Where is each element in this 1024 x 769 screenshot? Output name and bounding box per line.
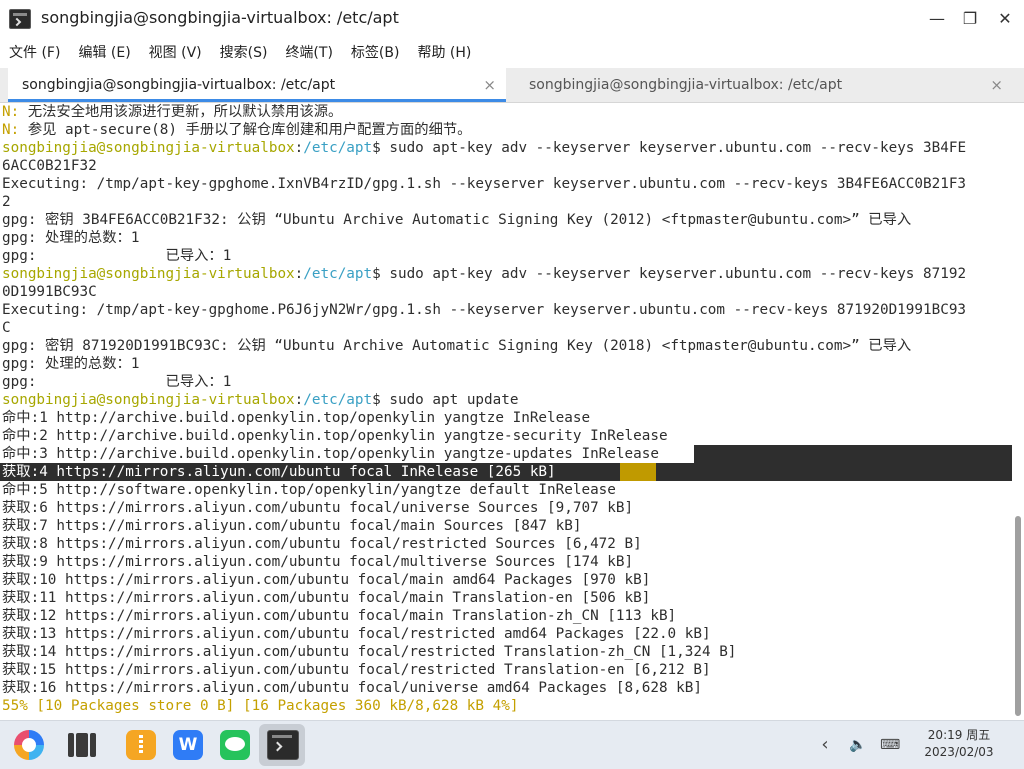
apt-line: 获取:6 https://mirrors.aliyun.com/ubuntu f… (2, 500, 634, 516)
terminal-cursor (619, 463, 656, 481)
prompt-suffix: $ (372, 392, 390, 408)
terminal-taskbar-button[interactable] (259, 724, 305, 766)
apt-line: 获取:15 https://mirrors.aliyun.com/ubuntu … (2, 662, 711, 678)
note-prefix: N: (2, 122, 20, 138)
terminal-output[interactable]: N: 无法安全地用该源进行更新，所以默认禁用该源。 N: 参见 apt-secu… (0, 103, 1012, 718)
apt-line: 命中:3 http://archive.build.openkylin.top/… (0, 445, 1012, 463)
menu-tabs[interactable]: 标签(B) (342, 38, 409, 68)
multitask-bar (76, 733, 88, 757)
apt-line: 获取:11 https://mirrors.aliyun.com/ubuntu … (2, 590, 651, 606)
command-text: sudo apt-key adv --keyserver keyserver.u… (389, 140, 967, 156)
apt-line-text: 获取:4 https://mirrors.aliyun.com/ubuntu f… (2, 464, 556, 480)
terminal-line: gpg: 处理的总数：1 (2, 356, 140, 372)
apt-line: 获取:10 https://mirrors.aliyun.com/ubuntu … (2, 572, 651, 588)
prompt-suffix: $ (372, 140, 390, 156)
apt-line: 获取:9 https://mirrors.aliyun.com/ubuntu f… (2, 554, 634, 570)
prompt-path: /etc/apt (303, 140, 373, 156)
apt-line: 命中:2 http://archive.build.openkylin.top/… (2, 428, 668, 444)
prompt-sep: : (294, 140, 304, 156)
terminal-taskbar-icon (267, 730, 299, 760)
terminal-line: 0D1991BC93C (2, 284, 97, 300)
prompt-user: songbingjia@songbingjia-virtualbox (2, 266, 295, 282)
prompt-line: songbingjia@songbingjia-virtualbox:/etc/… (0, 391, 1012, 409)
prompt-path: /etc/apt (303, 266, 373, 282)
command-text: sudo apt-key adv --keyserver keyserver.u… (389, 266, 967, 282)
terminal-line: gpg: 已导入：1 (2, 374, 232, 390)
apt-line-selected: 获取:4 https://mirrors.aliyun.com/ubuntu f… (0, 463, 1012, 481)
progress-line: 55% [10 Packages store 0 B] [16 Packages… (2, 698, 519, 714)
tab-label: songbingjia@songbingjia-virtualbox: /etc… (22, 77, 336, 93)
multitask-bar (68, 733, 74, 757)
terminal-line: N: 参见 apt-secure(8) 手册以了解仓库创建和用户配置方面的细节。 (0, 121, 1012, 139)
minimize-icon[interactable]: — (926, 8, 948, 30)
menu-bar: 文件 (F) 编辑 (E) 视图 (V) 搜索(S) 终端(T) 标签(B) 帮… (0, 38, 1024, 68)
keyboard-icon[interactable]: ⌨ (880, 735, 900, 755)
clock-time: 20:19 周五 (927, 728, 991, 742)
terminal-line: 6ACC0B21F32 (2, 158, 97, 174)
title-bar[interactable]: songbingjia@songbingjia-virtualbox: /etc… (0, 0, 1024, 38)
tab-terminal-1[interactable]: songbingjia@songbingjia-virtualbox: /etc… (8, 68, 506, 102)
prompt-line: songbingjia@songbingjia-virtualbox:/etc/… (0, 139, 1012, 157)
clock[interactable]: 20:19 周五 2023/02/03 (922, 727, 996, 761)
apt-line: 获取:14 https://mirrors.aliyun.com/ubuntu … (2, 644, 737, 660)
volume-icon[interactable]: 🔈 (848, 735, 868, 755)
tab-close-icon[interactable]: × (990, 68, 1003, 102)
prompt-suffix: $ (372, 266, 390, 282)
terminal-app-icon (9, 9, 31, 29)
terminal-line: gpg: 已导入：1 (2, 248, 232, 264)
terminal-line: 2 (2, 194, 11, 210)
window-title: songbingjia@songbingjia-virtualbox: /etc… (41, 8, 399, 27)
prompt-sep: : (294, 392, 304, 408)
terminal-line: C (2, 320, 11, 336)
prompt-user: songbingjia@songbingjia-virtualbox (2, 392, 295, 408)
terminal-line: N: 无法安全地用该源进行更新，所以默认禁用该源。 (0, 103, 1012, 121)
prompt-path: /etc/apt (303, 392, 373, 408)
file-manager-icon[interactable] (126, 730, 156, 760)
prompt-sep: : (294, 266, 304, 282)
close-icon[interactable]: ✕ (994, 8, 1016, 30)
terminal-scrollbar[interactable] (1012, 103, 1024, 718)
taskbar: W ‹ 🔈 ⌨ 20:19 周五 2023/02/03 (0, 720, 1024, 769)
terminal-line: gpg: 密钥 871920D1991BC93C: 公钥 “Ubuntu Arc… (2, 338, 912, 354)
start-menu-icon[interactable] (14, 730, 44, 760)
menu-edit[interactable]: 编辑 (E) (69, 38, 139, 68)
terminal-line: gpg: 处理的总数：1 (2, 230, 140, 246)
note-text: 无法安全地用该源进行更新，所以默认禁用该源。 (19, 104, 343, 120)
note-text: 参见 apt-secure(8) 手册以了解仓库创建和用户配置方面的细节。 (19, 122, 472, 138)
menu-view[interactable]: 视图 (V) (140, 38, 211, 68)
apt-line: 获取:7 https://mirrors.aliyun.com/ubuntu f… (2, 518, 582, 534)
terminal-line: gpg: 密钥 3B4FE6ACC0B21F32: 公钥 “Ubuntu Arc… (2, 212, 912, 228)
scrollbar-thumb[interactable] (1015, 516, 1021, 716)
terminal-line: Executing: /tmp/apt-key-gpghome.P6J6jyN2… (2, 302, 967, 318)
tab-terminal-2[interactable]: songbingjia@songbingjia-virtualbox: /etc… (515, 68, 1013, 102)
tab-bar: songbingjia@songbingjia-virtualbox: /etc… (0, 68, 1024, 103)
menu-help[interactable]: 帮助 (H) (408, 38, 480, 68)
clock-date: 2023/02/03 (924, 745, 994, 759)
command-text: sudo apt update (389, 392, 519, 408)
tab-label: songbingjia@songbingjia-virtualbox: /etc… (529, 77, 843, 93)
apt-line: 获取:16 https://mirrors.aliyun.com/ubuntu … (2, 680, 702, 696)
tab-close-icon[interactable]: × (483, 68, 496, 102)
menu-search[interactable]: 搜索(S) (211, 38, 277, 68)
apt-line: 获取:8 https://mirrors.aliyun.com/ubuntu f… (2, 536, 642, 552)
apt-line: 获取:13 https://mirrors.aliyun.com/ubuntu … (2, 626, 711, 642)
terminal-window: songbingjia@songbingjia-virtualbox: /etc… (0, 0, 1024, 720)
prompt-line: songbingjia@songbingjia-virtualbox:/etc/… (0, 265, 1012, 283)
prompt-user: songbingjia@songbingjia-virtualbox (2, 140, 295, 156)
apt-line: 获取:12 https://mirrors.aliyun.com/ubuntu … (2, 608, 677, 624)
multitask-bar (90, 733, 96, 757)
apt-line: 命中:1 http://archive.build.openkylin.top/… (2, 410, 591, 426)
note-prefix: N: (2, 104, 20, 120)
wechat-icon[interactable] (220, 730, 250, 760)
maximize-icon[interactable]: ❐ (959, 8, 981, 30)
terminal-line: Executing: /tmp/apt-key-gpghome.IxnVB4rz… (2, 176, 967, 192)
apt-line: 命中:5 http://software.openkylin.top/openk… (2, 482, 616, 498)
wps-office-icon[interactable]: W (173, 730, 203, 760)
multitask-view-icon[interactable] (66, 730, 96, 760)
menu-file[interactable]: 文件 (F) (0, 38, 69, 68)
menu-terminal[interactable]: 终端(T) (276, 38, 341, 68)
chevron-left-icon[interactable]: ‹ (815, 735, 835, 755)
